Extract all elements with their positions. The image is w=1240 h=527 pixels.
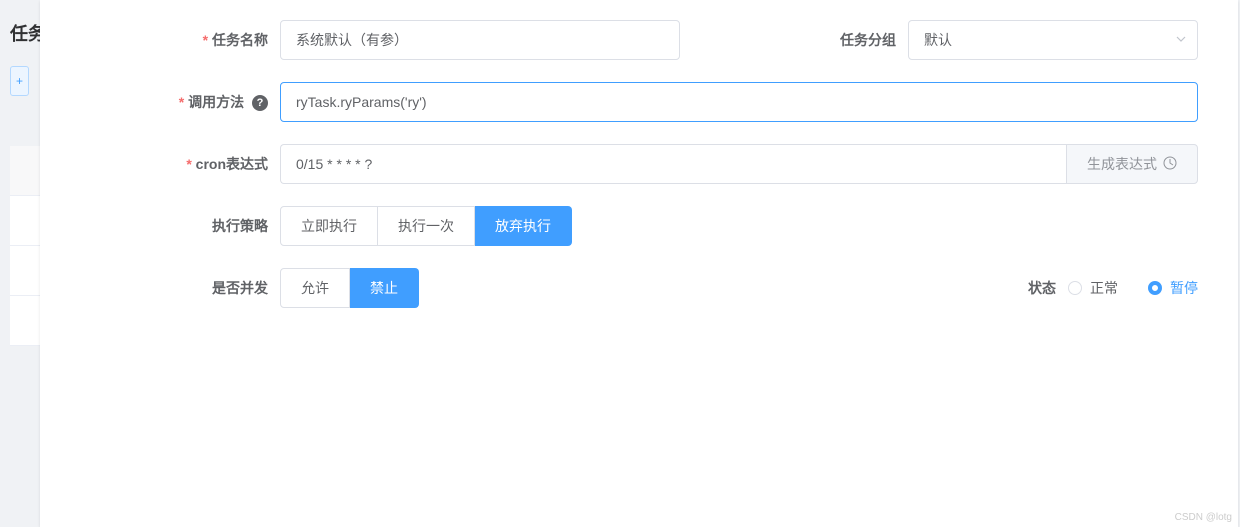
status-label: 状态 [1008,278,1068,298]
policy-label: 执行策略 [40,216,280,236]
concurrent-label: 是否并发 [40,278,280,298]
task-name-label: 任务名称 [40,30,280,50]
watermark: CSDN @lotg [1175,512,1232,523]
task-form-modal: 任务名称 任务分组 默认 调用方法 ? cron表达式 生成表达式 [40,0,1238,527]
policy-button-group: 立即执行 执行一次 放弃执行 [280,206,572,246]
policy-option-immediate[interactable]: 立即执行 [280,206,378,246]
cron-label: cron表达式 [40,154,280,174]
policy-option-once[interactable]: 执行一次 [378,206,475,246]
radio-icon [1068,281,1082,295]
concurrent-option-allow[interactable]: 允许 [280,268,350,308]
cron-input[interactable] [280,144,1066,184]
bg-add-button: + [10,66,29,96]
status-radio-group: 正常 暂停 [1068,278,1198,298]
task-group-select[interactable]: 默认 [908,20,1198,60]
clock-icon [1163,156,1177,173]
concurrent-option-forbid[interactable]: 禁止 [350,268,419,308]
status-option-normal[interactable]: 正常 [1068,278,1118,298]
radio-icon [1148,281,1162,295]
invoke-method-input[interactable] [280,82,1198,122]
invoke-method-label: 调用方法 ? [40,92,280,112]
help-icon[interactable]: ? [252,95,268,111]
task-group-label: 任务分组 [778,30,908,50]
status-option-paused[interactable]: 暂停 [1148,278,1198,298]
task-name-input[interactable] [280,20,680,60]
policy-option-abort[interactable]: 放弃执行 [475,206,572,246]
task-group-value: 默认 [924,30,952,50]
chevron-down-icon [1175,32,1187,48]
generate-cron-button[interactable]: 生成表达式 [1066,144,1198,184]
concurrent-button-group: 允许 禁止 [280,268,419,308]
